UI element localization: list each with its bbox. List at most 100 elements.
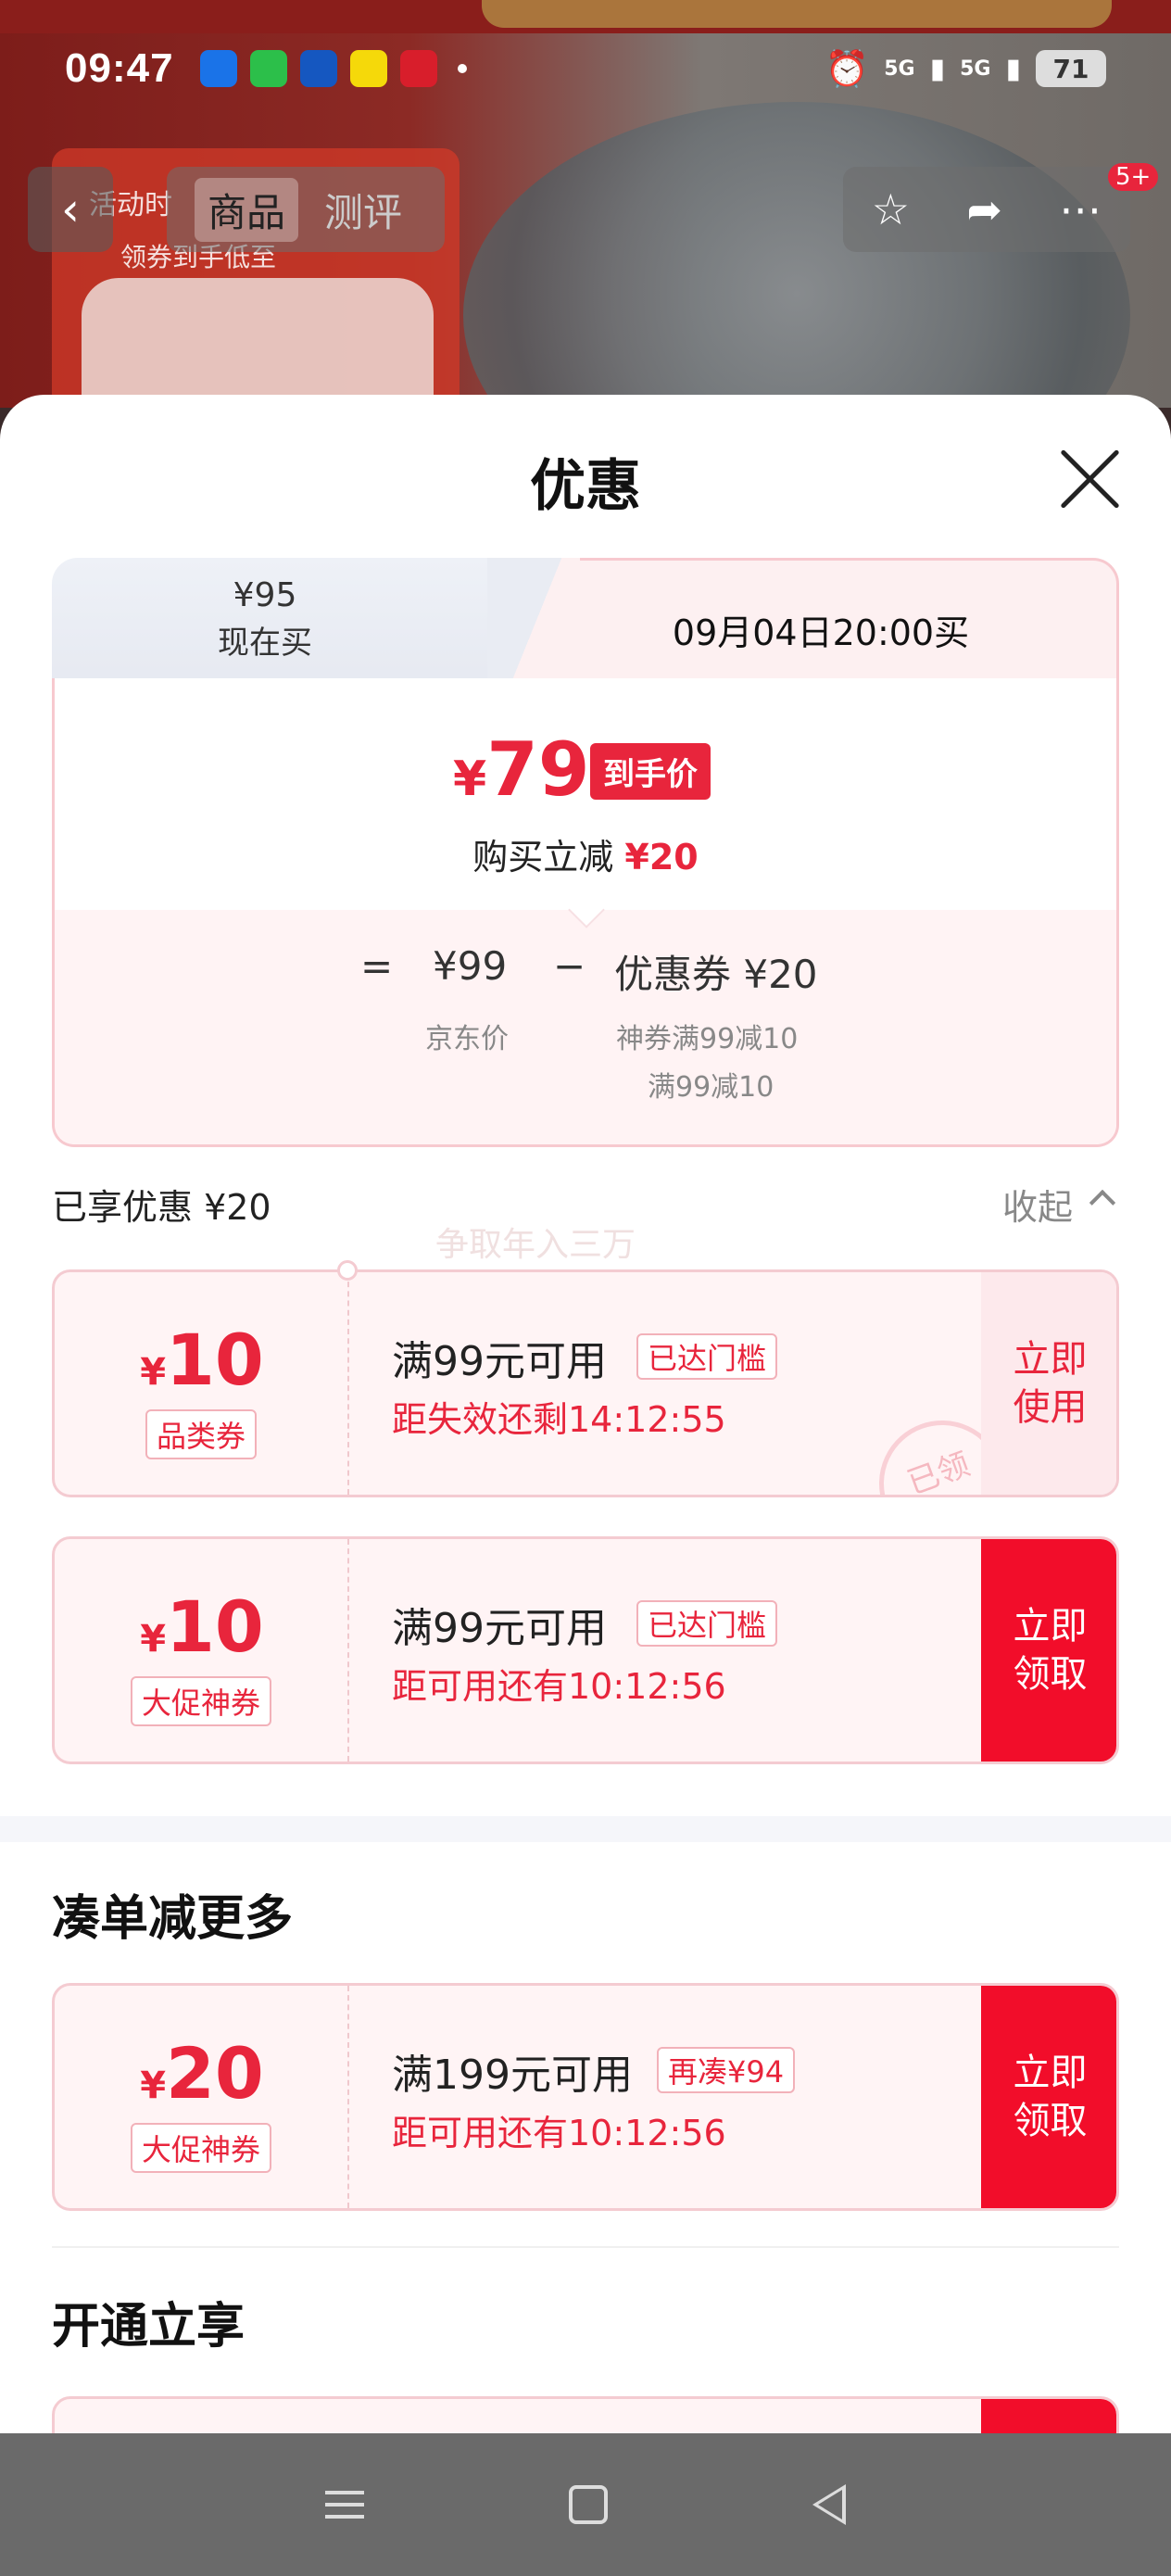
wechat-icon [249, 50, 287, 87]
coupon-status-tag: 再凑¥94 [657, 2047, 796, 2093]
coupon-currency: ¥ [140, 1351, 167, 1394]
coupon-currency: ¥ [140, 2065, 167, 2107]
message-badge: 5+ [1108, 163, 1159, 191]
coupon-timer: 距可用还有10:12:56 [392, 2113, 726, 2153]
section-divider [0, 1816, 1171, 1842]
coupon-type: 品类券 [145, 1409, 258, 1459]
formula-minus: − [553, 943, 586, 989]
signal-icon-1: 5G [884, 57, 915, 81]
huawei-app-icon [399, 50, 437, 87]
coupon-value: ¥10 [55, 1585, 349, 1668]
discount-sheet: 优惠 ¥95 现在买 09月04日20:00买 ¥79 到手价 购买立减 ¥20… [0, 395, 1171, 2433]
final-price-currency: ¥ [453, 751, 487, 807]
formula-jd-price: ¥99 [433, 943, 508, 989]
battery-indicator: 71 [1036, 50, 1106, 87]
coupon-type: 大促神券 [130, 1676, 272, 1726]
claim-now-button[interactable]: 立即领取 [981, 1986, 1116, 2208]
claim-now-button[interactable]: 立即领取 [981, 1539, 1116, 1762]
section-divider-line [52, 2246, 1119, 2248]
coupon-value: ¥10 [55, 1319, 349, 1401]
product-image [463, 102, 1130, 408]
watermark-text: 争取年入三万 [435, 1226, 636, 1264]
use-now-button[interactable]: 立即使用 [981, 1272, 1116, 1495]
claim-now-button-partial[interactable] [981, 2399, 1116, 2433]
coupon-status-tag: 已达门槛 [636, 1333, 778, 1380]
collapse-button[interactable]: 收起 [1002, 1179, 1073, 1230]
formula-coupon: 优惠券 ¥20 [614, 952, 818, 997]
reduce-label: 购买立减 [472, 837, 614, 878]
coupon-card: ¥20 大促神券 满199元可用 再凑¥94 距可用还有10:12:56 立即领… [52, 1983, 1119, 2211]
coupon-condition: 满99元可用 [392, 1605, 607, 1652]
coupon-timer: 距可用还有10:12:56 [392, 1666, 726, 1707]
more-icon[interactable]: ⋯ [1059, 184, 1102, 234]
product-nav-tabs: 商品 测评 [167, 167, 445, 252]
bg-promo-number-area [82, 278, 434, 408]
formula-equals: = [360, 943, 394, 989]
tab-buy-now-price: ¥95 [233, 576, 297, 614]
coupon-condition: 满99元可用 [392, 1338, 607, 1385]
app-notification-icon [199, 50, 237, 87]
star-icon[interactable]: ☆ [872, 184, 910, 234]
coupon-amount: 10 [166, 1585, 264, 1668]
back-nav-icon[interactable] [812, 2484, 847, 2525]
final-price-area: ¥79 到手价 购买立减 ¥20 [55, 678, 1116, 910]
price-card: ¥95 现在买 09月04日20:00买 ¥79 到手价 购买立减 ¥20 = … [52, 558, 1119, 1147]
claim-now-label: 立即领取 [1013, 2052, 1088, 2142]
system-nav-bar [0, 2433, 1171, 2576]
coupon-type: 大促神券 [130, 2123, 272, 2173]
tab-buy-now-label: 现在买 [218, 625, 312, 662]
section-title-more: 凑单减更多 [52, 1891, 294, 1947]
game-app-icon [349, 50, 387, 87]
chevron-up-icon[interactable] [1089, 1189, 1116, 1217]
jd-price-label: 京东价 [425, 1023, 509, 1055]
section-title-open: 开通立享 [52, 2299, 246, 2355]
tab-product[interactable]: 商品 [195, 177, 299, 242]
tab-divider [487, 558, 580, 697]
coupon-value-area: ¥10 品类券 [55, 1272, 349, 1495]
close-icon[interactable] [1060, 448, 1121, 510]
coupon-currency: ¥ [140, 1618, 167, 1661]
menu-icon[interactable] [324, 2491, 364, 2519]
final-price-tag: 到手价 [590, 743, 711, 800]
price-breakdown: ¥79 到手价 购买立减 ¥20 = ¥99 − 优惠券 ¥20 京东价 神券满… [52, 678, 1119, 1147]
coupon-value-area: ¥10 大促神券 [55, 1539, 349, 1762]
signal-bars-icon: ▮ [929, 52, 946, 85]
alarm-icon: ⏰ [825, 47, 870, 89]
tab-buy-later-label: 09月04日20:00买 [672, 612, 970, 653]
perforation [337, 1260, 358, 1281]
signal-bars-icon-2: ▮ [1005, 52, 1021, 85]
tab-review[interactable]: 测评 [324, 182, 402, 238]
notification-icons [199, 50, 467, 87]
enjoyed-discount-label: 已享优惠 ¥20 [52, 1187, 271, 1228]
final-price: ¥79 [453, 726, 590, 813]
status-time: 09:47 [65, 45, 174, 91]
claim-now-label: 立即领取 [1013, 1605, 1088, 1696]
reduce-amount: ¥20 [624, 837, 699, 878]
signal-icon-2: 5G [960, 57, 991, 81]
coupon-value-area: ¥20 大促神券 [55, 1986, 349, 2208]
coupon-amount: 20 [166, 2032, 264, 2115]
coupon-card: ¥10 大促神券 满99元可用 已达门槛 距可用还有10:12:56 立即领取 [52, 1536, 1119, 1764]
reduce-line: 购买立减 ¥20 [55, 828, 1116, 879]
product-nav-actions: ☆ ➦ ⋯ [843, 167, 1130, 252]
coupon-value: ¥20 [55, 2032, 349, 2115]
status-right-group: ⏰ 5G ▮ 5G ▮ 71 [825, 48, 1106, 90]
bank-app-icon [299, 50, 337, 87]
coupon-detail-1: 神券满99减10 [616, 1023, 799, 1055]
coupon-timer: 距失效还剩14:12:55 [392, 1399, 726, 1440]
coupon-amount: 10 [166, 1319, 264, 1401]
share-icon[interactable]: ➦ [966, 184, 1002, 234]
sheet-title: 优惠 [530, 454, 641, 519]
coupon-card: ¥10 品类券 满99元可用 已达门槛 距失效还剩14:12:55 已领 立即使… [52, 1269, 1119, 1497]
coupon-detail-2: 满99减10 [648, 1071, 774, 1104]
price-formula-area: = ¥99 − 优惠券 ¥20 京东价 神券满99减10 满99减10 [55, 910, 1116, 1144]
bg-top-banner [482, 0, 1112, 28]
final-price-value: 79 [486, 726, 590, 813]
home-icon[interactable] [568, 2485, 608, 2524]
status-bar: 09:47 ⏰ 5G ▮ 5G ▮ 71 [0, 41, 1171, 96]
more-notifications-icon [457, 64, 467, 73]
coupon-status-tag: 已达门槛 [636, 1600, 778, 1647]
coupon-condition: 满199元可用 [392, 2052, 633, 2099]
back-icon[interactable]: ‹ [28, 167, 113, 252]
use-now-label: 立即使用 [1013, 1338, 1088, 1429]
